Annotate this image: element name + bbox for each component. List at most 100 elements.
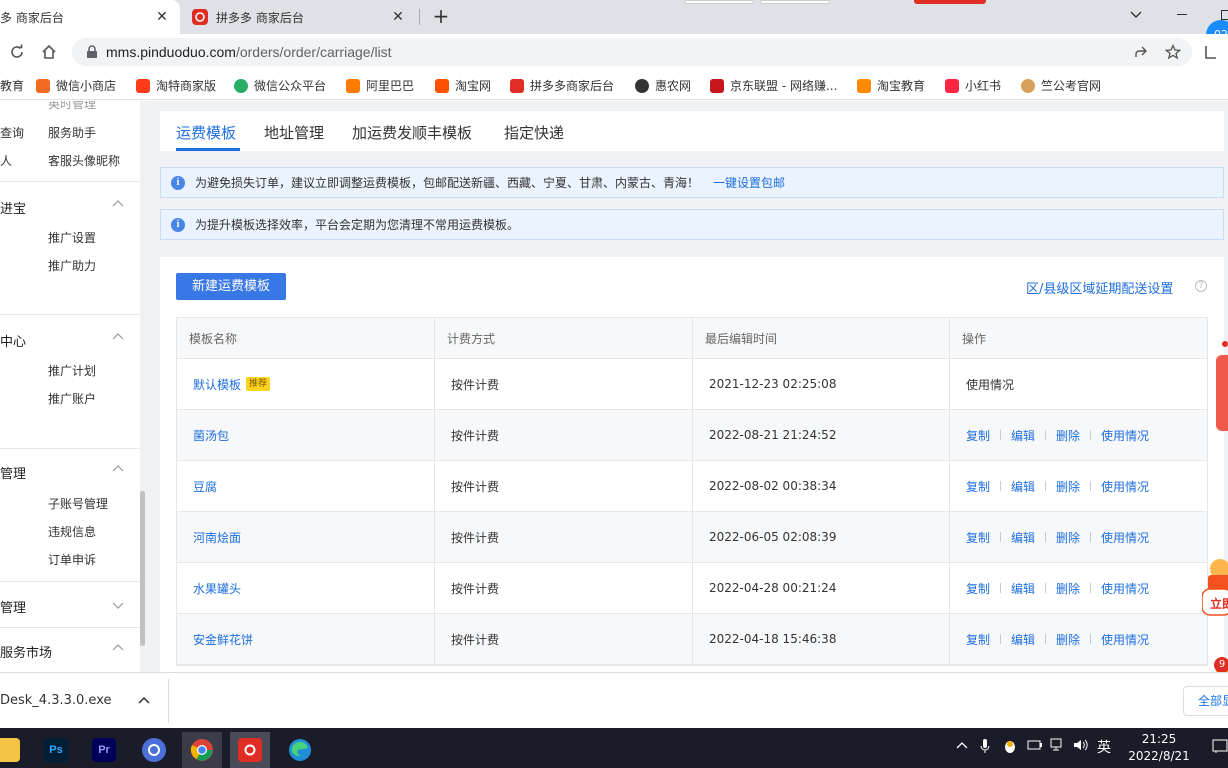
browser-tab-active[interactable]: 多 商家后台 ✕: [0, 0, 180, 34]
show-all-downloads-button[interactable]: 全部显示: [1183, 686, 1228, 716]
sidebar-item[interactable]: 查询: [0, 124, 24, 141]
copy-link[interactable]: 复制: [966, 580, 990, 597]
side-float-button[interactable]: [1216, 355, 1228, 431]
sidebar-item[interactable]: 推广账户: [48, 390, 96, 407]
reload-icon[interactable]: [6, 41, 28, 63]
close-tab-icon[interactable]: ✕: [390, 9, 406, 25]
sidebar-item[interactable]: 客服头像昵称: [48, 152, 120, 169]
share-icon[interactable]: [1130, 41, 1152, 63]
network-icon[interactable]: [1050, 738, 1066, 756]
delete-link[interactable]: 删除: [1056, 580, 1080, 597]
taskbar-photoshop[interactable]: Ps: [36, 732, 76, 768]
bookmark-item[interactable]: 微信小商店: [36, 77, 116, 94]
notifications-icon[interactable]: [1212, 738, 1228, 758]
edit-link[interactable]: 编辑: [1011, 580, 1035, 597]
minimize-icon[interactable]: [1168, 5, 1196, 25]
bookmark-item[interactable]: 阿里巴巴: [346, 77, 414, 94]
ime-indicator[interactable]: 英: [1097, 737, 1111, 757]
qq-icon[interactable]: [1003, 738, 1017, 758]
bookmark-item[interactable]: 淘特商家版: [136, 77, 216, 94]
edit-link[interactable]: 编辑: [1011, 529, 1035, 546]
sidebar-item[interactable]: 订单申诉: [48, 551, 96, 568]
delete-link[interactable]: 删除: [1056, 478, 1080, 495]
address-bar[interactable]: mms.pinduoduo.com/orders/order/carriage/…: [72, 38, 1192, 66]
new-template-button[interactable]: 新建运费模板: [176, 273, 286, 300]
set-free-shipping-link[interactable]: 一键设置包邮: [713, 174, 785, 191]
taskbar-pinduoduo[interactable]: [230, 732, 270, 768]
region-delay-setting-link[interactable]: 区/县级区域延期配送设置: [1026, 278, 1173, 297]
delete-link[interactable]: 删除: [1056, 529, 1080, 546]
delete-link[interactable]: 删除: [1056, 427, 1080, 444]
tray-expand-icon[interactable]: [956, 738, 968, 753]
tab-sf-freight-template[interactable]: 加运费发顺丰模板: [352, 122, 472, 143]
side-panel-icon[interactable]: [1200, 41, 1222, 63]
chevron-up-icon[interactable]: [112, 464, 124, 472]
battery-icon[interactable]: [1027, 738, 1043, 756]
usage-link[interactable]: 使用情况: [1101, 580, 1149, 597]
bookmark-item[interactable]: 拼多多商家后台: [510, 77, 614, 94]
bookmark-item[interactable]: 淘宝网: [435, 77, 491, 94]
tab-search-icon[interactable]: [1122, 5, 1150, 25]
template-name-link[interactable]: 安金鲜花饼: [193, 631, 253, 648]
download-item[interactable]: Desk_4.3.3.0.exe: [0, 693, 111, 708]
copy-link[interactable]: 复制: [966, 529, 990, 546]
tab-freight-template[interactable]: 运费模板: [176, 122, 236, 143]
bookmark-item[interactable]: 淘宝教育: [857, 77, 925, 94]
usage-link[interactable]: 使用情况: [966, 376, 1014, 393]
taskbar-app[interactable]: [134, 732, 174, 768]
chevron-down-icon[interactable]: [112, 602, 124, 610]
sidebar-item[interactable]: 子账号管理: [48, 495, 108, 512]
sidebar-scrollbar-thumb[interactable]: [140, 491, 145, 646]
tab-address-management[interactable]: 地址管理: [264, 122, 324, 143]
taskbar-premiere[interactable]: Pr: [84, 732, 124, 768]
chevron-up-icon[interactable]: [112, 199, 124, 207]
bookmark-item[interactable]: 教育: [0, 77, 24, 94]
template-name-link[interactable]: 水果罐头: [193, 580, 241, 597]
usage-link[interactable]: 使用情况: [1101, 427, 1149, 444]
copy-link[interactable]: 复制: [966, 478, 990, 495]
system-clock[interactable]: 21:25 2022/8/21: [1126, 731, 1192, 765]
copy-link[interactable]: 复制: [966, 631, 990, 648]
chevron-up-icon[interactable]: [138, 695, 150, 705]
bookmark-item[interactable]: 惠农网: [635, 77, 691, 94]
sidebar-item[interactable]: 推广设置: [48, 229, 96, 246]
sidebar-item[interactable]: 英时管理: [48, 101, 96, 112]
taskbar-edge[interactable]: [280, 732, 320, 768]
edit-link[interactable]: 编辑: [1011, 427, 1035, 444]
chevron-up-icon[interactable]: [112, 643, 124, 651]
sidebar-item[interactable]: 人: [0, 152, 12, 169]
help-icon[interactable]: ?: [1195, 280, 1207, 292]
microphone-icon[interactable]: [980, 738, 990, 758]
taskbar-chrome[interactable]: [182, 732, 222, 768]
copy-link[interactable]: 复制: [966, 427, 990, 444]
sidebar-group-title[interactable]: 进宝: [0, 198, 26, 217]
sidebar-item[interactable]: 服务助手: [48, 124, 96, 141]
edit-link[interactable]: 编辑: [1011, 631, 1035, 648]
chevron-up-icon[interactable]: [112, 332, 124, 340]
tab-designated-courier[interactable]: 指定快递: [504, 122, 564, 143]
delete-link[interactable]: 删除: [1056, 631, 1080, 648]
usage-link[interactable]: 使用情况: [1101, 478, 1149, 495]
sidebar-item[interactable]: 推广计划: [48, 362, 96, 379]
close-tab-icon[interactable]: ✕: [154, 9, 170, 25]
template-name-link[interactable]: 默认模板: [193, 376, 241, 393]
home-icon[interactable]: [38, 41, 60, 63]
browser-tab[interactable]: 拼多多 商家后台 ✕: [186, 0, 416, 34]
bookmark-star-icon[interactable]: [1162, 41, 1184, 63]
gift-float-button[interactable]: 立即: [1201, 557, 1228, 617]
sidebar-item[interactable]: 推广助力: [48, 257, 96, 274]
usage-link[interactable]: 使用情况: [1101, 529, 1149, 546]
bookmark-item[interactable]: 微信公众平台: [234, 77, 326, 94]
template-name-link[interactable]: 豆腐: [193, 478, 217, 495]
new-tab-button[interactable]: +: [430, 6, 452, 28]
edit-link[interactable]: 编辑: [1011, 478, 1035, 495]
bookmark-item[interactable]: 小红书: [945, 77, 1001, 94]
sidebar-group-title[interactable]: 服务市场: [0, 642, 52, 661]
taskbar-file-explorer[interactable]: [0, 732, 28, 768]
sidebar-group-title[interactable]: 管理: [0, 463, 26, 482]
sidebar-item[interactable]: 违规信息: [48, 523, 96, 540]
bookmark-item[interactable]: 京东联盟 - 网络赚...: [710, 77, 837, 94]
sidebar-group-title[interactable]: 中心: [0, 331, 26, 350]
bookmark-item[interactable]: 竺公考官网: [1021, 77, 1101, 94]
template-name-link[interactable]: 河南烩面: [193, 529, 241, 546]
